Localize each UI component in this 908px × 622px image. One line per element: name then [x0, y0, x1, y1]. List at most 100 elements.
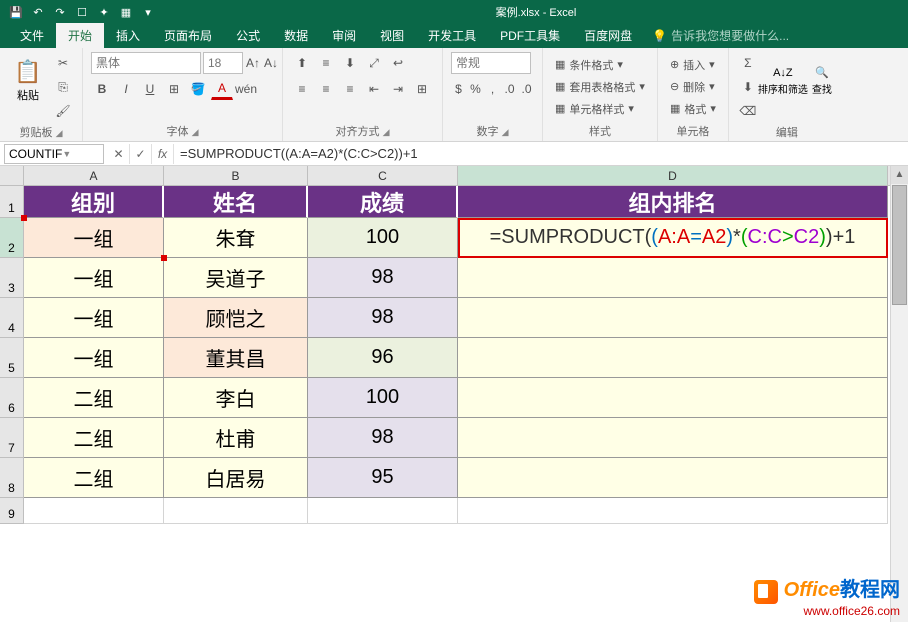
- row-header[interactable]: 8: [0, 458, 24, 498]
- print-icon[interactable]: ▦: [116, 2, 136, 22]
- cell-styles-button[interactable]: ▦单元格样式 ▾: [551, 99, 649, 119]
- cell[interactable]: 白居易: [164, 458, 308, 498]
- cell[interactable]: [458, 378, 888, 418]
- tab-view[interactable]: 视图: [368, 23, 416, 48]
- cell[interactable]: 二组: [24, 458, 164, 498]
- insert-function-icon[interactable]: fx: [152, 144, 174, 164]
- row-header[interactable]: 3: [0, 258, 24, 298]
- fill-icon[interactable]: ⬇: [737, 76, 759, 98]
- name-box[interactable]: COUNTIF ▼: [4, 144, 104, 164]
- col-header-d[interactable]: D: [458, 166, 888, 185]
- cell[interactable]: 二组: [24, 378, 164, 418]
- col-header-b[interactable]: B: [164, 166, 308, 185]
- row-header[interactable]: 5: [0, 338, 24, 378]
- redo-icon[interactable]: ↷: [50, 2, 70, 22]
- tab-insert[interactable]: 插入: [104, 23, 152, 48]
- cell[interactable]: 杜甫: [164, 418, 308, 458]
- cell[interactable]: 李白: [164, 378, 308, 418]
- increase-indent-icon[interactable]: ⇥: [387, 78, 409, 100]
- table-format-button[interactable]: ▦套用表格格式 ▾: [551, 77, 649, 97]
- border-icon[interactable]: ⊞: [163, 78, 185, 100]
- phonetic-icon[interactable]: wén: [235, 78, 257, 100]
- dialog-launcher-icon[interactable]: ◢: [502, 127, 509, 137]
- header-cell-rank[interactable]: 组内排名: [458, 186, 888, 218]
- tab-pdf[interactable]: PDF工具集: [488, 23, 572, 48]
- dialog-launcher-icon[interactable]: ◢: [56, 128, 63, 138]
- cell[interactable]: 100: [308, 218, 458, 258]
- undo-icon[interactable]: ↶: [28, 2, 48, 22]
- cell[interactable]: [458, 498, 888, 524]
- cell[interactable]: [458, 338, 888, 378]
- align-middle-icon[interactable]: ≡: [315, 52, 337, 74]
- delete-cells-button[interactable]: ⊖删除 ▾: [666, 77, 720, 97]
- tab-review[interactable]: 审阅: [320, 23, 368, 48]
- tab-baidu[interactable]: 百度网盘: [572, 23, 644, 48]
- increase-font-icon[interactable]: A↑: [245, 52, 261, 74]
- percent-format-icon[interactable]: %: [468, 78, 483, 100]
- increase-decimal-icon[interactable]: .0: [502, 78, 517, 100]
- cell[interactable]: 一组: [24, 338, 164, 378]
- cancel-formula-icon[interactable]: ✕: [108, 144, 130, 164]
- row-header-9[interactable]: 9: [0, 498, 24, 524]
- align-right-icon[interactable]: ≡: [339, 78, 361, 100]
- cell[interactable]: [458, 258, 888, 298]
- enter-formula-icon[interactable]: ✓: [130, 144, 152, 164]
- cell[interactable]: 一组: [24, 258, 164, 298]
- align-bottom-icon[interactable]: ⬇: [339, 52, 361, 74]
- italic-button[interactable]: I: [115, 78, 137, 100]
- align-center-icon[interactable]: ≡: [315, 78, 337, 100]
- new-icon[interactable]: ✦: [94, 2, 114, 22]
- tab-home[interactable]: 开始: [56, 23, 104, 48]
- clear-icon[interactable]: ⌫: [737, 100, 759, 122]
- cell[interactable]: 朱耷: [164, 218, 308, 258]
- paste-button[interactable]: 📋 粘贴: [8, 52, 48, 110]
- cell[interactable]: [458, 298, 888, 338]
- format-painter-icon[interactable]: 🖌: [52, 100, 74, 122]
- customize-qat-icon[interactable]: ▾: [138, 2, 158, 22]
- scroll-up-icon[interactable]: ▲: [891, 166, 908, 184]
- cell[interactable]: [308, 498, 458, 524]
- fill-color-icon[interactable]: 🪣: [187, 78, 209, 100]
- cell[interactable]: 98: [308, 418, 458, 458]
- decrease-indent-icon[interactable]: ⇤: [363, 78, 385, 100]
- decrease-decimal-icon[interactable]: .0: [519, 78, 534, 100]
- row-header[interactable]: 2: [0, 218, 24, 258]
- number-format-select[interactable]: [451, 52, 531, 74]
- cell[interactable]: [24, 498, 164, 524]
- underline-button[interactable]: U: [139, 78, 161, 100]
- col-header-c[interactable]: C: [308, 166, 458, 185]
- font-size-select[interactable]: [203, 52, 243, 74]
- col-header-a[interactable]: A: [24, 166, 164, 185]
- select-all-corner[interactable]: [0, 166, 24, 185]
- cell[interactable]: 95: [308, 458, 458, 498]
- decrease-font-icon[interactable]: A↓: [263, 52, 279, 74]
- chevron-down-icon[interactable]: ▼: [62, 149, 99, 159]
- tab-developer[interactable]: 开发工具: [416, 23, 488, 48]
- cell[interactable]: 顾恺之: [164, 298, 308, 338]
- tab-page-layout[interactable]: 页面布局: [152, 23, 224, 48]
- header-cell-name[interactable]: 姓名: [164, 186, 308, 218]
- cell[interactable]: 二组: [24, 418, 164, 458]
- row-header[interactable]: 4: [0, 298, 24, 338]
- row-header-1[interactable]: 1: [0, 186, 24, 218]
- tab-formulas[interactable]: 公式: [224, 23, 272, 48]
- cell[interactable]: 96: [308, 338, 458, 378]
- conditional-format-button[interactable]: ▦条件格式 ▾: [551, 55, 649, 75]
- copy-icon[interactable]: ⎘: [52, 76, 74, 98]
- bold-button[interactable]: B: [91, 78, 113, 100]
- cell[interactable]: 吴道子: [164, 258, 308, 298]
- header-cell-score[interactable]: 成绩: [308, 186, 458, 218]
- tab-file[interactable]: 文件: [8, 23, 56, 48]
- cell[interactable]: 100: [308, 378, 458, 418]
- cell[interactable]: 董其昌: [164, 338, 308, 378]
- vertical-scrollbar[interactable]: ▲: [890, 166, 908, 622]
- format-cells-button[interactable]: ▦格式 ▾: [666, 99, 720, 119]
- dialog-launcher-icon[interactable]: ◢: [383, 127, 390, 137]
- align-top-icon[interactable]: ⬆: [291, 52, 313, 74]
- tab-data[interactable]: 数据: [272, 23, 320, 48]
- scroll-thumb[interactable]: [892, 185, 907, 305]
- cell[interactable]: [164, 498, 308, 524]
- font-color-icon[interactable]: A: [211, 78, 233, 100]
- merge-cells-icon[interactable]: ⊞: [411, 78, 433, 100]
- cell[interactable]: 一组: [24, 298, 164, 338]
